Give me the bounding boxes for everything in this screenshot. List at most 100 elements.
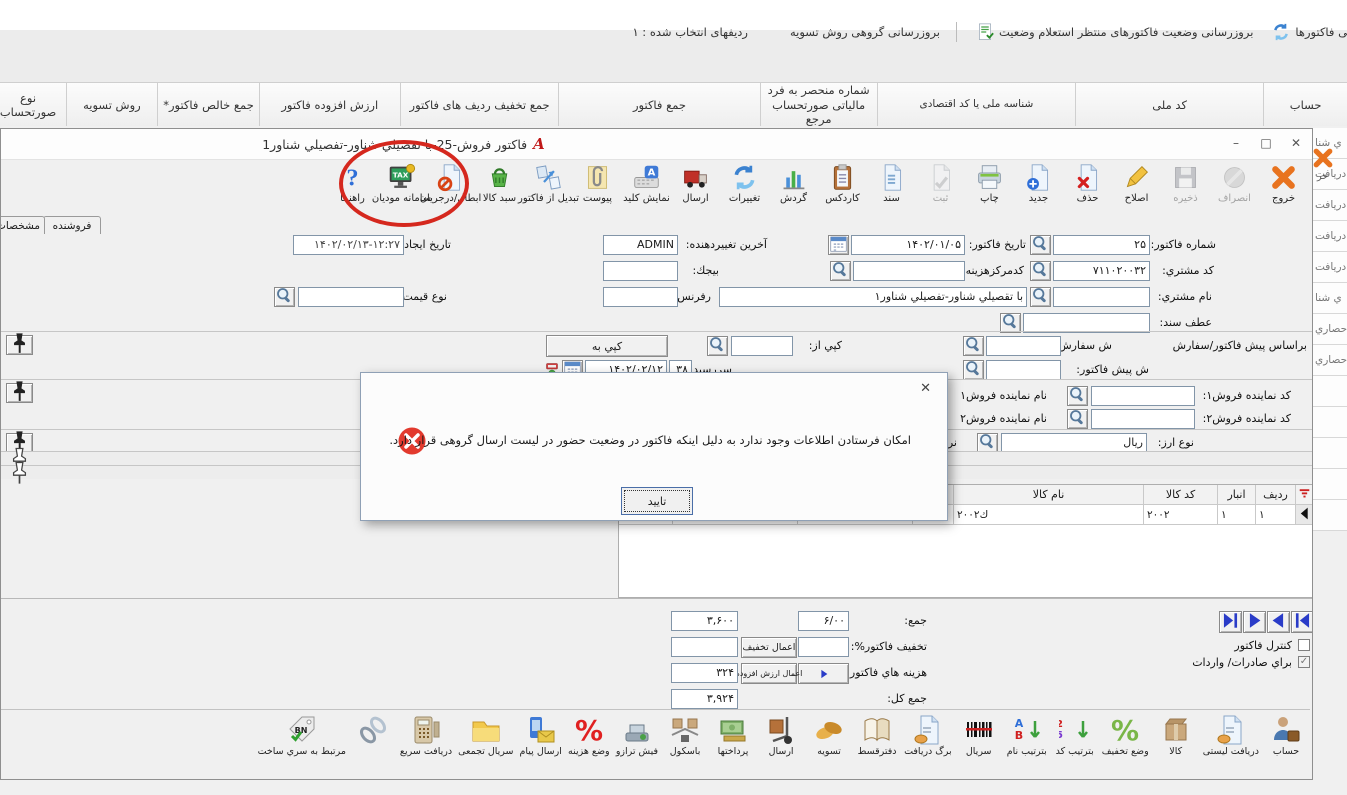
cost-center-search-button[interactable] [830, 261, 851, 281]
agent1-code-search-button[interactable] [1067, 386, 1088, 406]
customer-name-search-button[interactable] [1030, 287, 1051, 307]
column-9[interactable]: نوع صورتحساب [0, 82, 66, 128]
column-5[interactable]: جمع تخفیف ردیف های فاکتور [400, 82, 559, 128]
grid-header-radif[interactable]: رديف [1255, 485, 1295, 505]
invoice-date-calendar-button[interactable] [828, 235, 849, 255]
bottom-item-payments[interactable]: پرداختها [709, 714, 757, 780]
action-group-send[interactable]: ارسال گروهی فاکتورها [1271, 22, 1347, 42]
side-row-9[interactable] [1313, 407, 1347, 438]
toolbar-item-send[interactable]: ارسال [671, 160, 720, 216]
bottom-item-installment-book[interactable]: دفترقسط [853, 714, 901, 780]
toolbar-item-delete[interactable]: حذف [1063, 160, 1112, 216]
toolbar-item-changes[interactable]: تغييرات [720, 160, 769, 216]
bottom-item-account[interactable]: حساب [1262, 714, 1310, 780]
bottom-item-dispatch[interactable]: ارسال [757, 714, 805, 780]
grid-header-name[interactable]: نام کالا [953, 485, 1143, 505]
tab-specs[interactable]: مشخصات [0, 216, 45, 234]
bottom-item-scale-slip[interactable]: فیش ترازو [613, 714, 661, 780]
customer-code-input[interactable]: ۷۱۱۰۲۰۰۳۲ [1053, 261, 1150, 281]
copy-from-search-button[interactable] [707, 336, 728, 356]
column-3[interactable]: شماره منحصر به فرد مالیاتی صورتحساب مرجع [760, 82, 877, 128]
apply-vat-button[interactable]: اعمال ارزش افزوده [741, 663, 797, 684]
price-type-search-button[interactable] [274, 287, 295, 307]
bottom-item-goods[interactable]: کالا [1152, 714, 1200, 780]
column-2[interactable]: شناسه ملی یا کد اقتصادی [877, 82, 1075, 128]
bottom-item-quick-receive[interactable]: دریافت سریع [397, 714, 455, 780]
agent1-code-input[interactable] [1091, 386, 1195, 406]
toolbar-item-exit[interactable]: خروج [1259, 160, 1308, 216]
side-row-12[interactable] [1313, 500, 1347, 531]
pin-section-base-button[interactable] [6, 335, 33, 355]
toolbar-item-turnover[interactable]: گردش [769, 160, 818, 216]
invoice-costs-button[interactable] [798, 663, 849, 684]
copy-from-input[interactable] [731, 336, 793, 356]
bottom-item-receipt-sheet[interactable]: برگ دریافت [901, 714, 955, 780]
cell-anbar[interactable]: ۱ [1217, 505, 1255, 525]
column-0[interactable]: حساب [1263, 82, 1347, 128]
action-group-settle-method[interactable]: بروزرسانی گروهی روش تسویه [766, 22, 957, 42]
customer-code-search-button[interactable] [1030, 261, 1051, 281]
side-row-4[interactable]: دریافت [1313, 252, 1347, 283]
bottom-item-sort-by-code[interactable]: 3245 بترتیب کد [1051, 714, 1099, 780]
order-no-search-button[interactable] [963, 336, 984, 356]
bottom-item-send-message[interactable]: ارسال پیام [517, 714, 565, 780]
bottom-item-discount-set[interactable]: % وضع تخفیف [1099, 714, 1152, 780]
side-row-10[interactable] [1313, 438, 1347, 469]
bottom-item-expense-set[interactable]: % وضع هزینه [565, 714, 613, 780]
toolbar-item-new[interactable]: جديد [1014, 160, 1063, 216]
error-ok-button[interactable]: تایید [621, 487, 693, 515]
side-row-7[interactable]: حصاري [1313, 345, 1347, 376]
cell-radif[interactable]: ۱ [1255, 505, 1295, 525]
column-4[interactable]: جمع فاکتور [558, 82, 759, 128]
side-row-3[interactable]: دریافت [1313, 221, 1347, 252]
filter-icon[interactable] [1295, 485, 1313, 505]
bottom-item-list-receive[interactable]: دریافت لیستی [1200, 714, 1262, 780]
toolbar-item-post[interactable]: ثبت [916, 160, 965, 216]
proforma-no-input[interactable] [986, 360, 1061, 380]
toolbar-item-kardex[interactable]: کاردکس [818, 160, 867, 216]
customer-detail-input[interactable] [1053, 287, 1150, 307]
column-6[interactable]: ارزش افزوده فاکتور [259, 82, 400, 128]
background-exit-icon[interactable] [1311, 146, 1335, 170]
side-row-11[interactable] [1313, 469, 1347, 500]
grid-header-anbar[interactable]: انبار [1217, 485, 1255, 505]
bottom-item-serial[interactable]: سریال [955, 714, 1003, 780]
toolbar-item-cancel[interactable]: انصراف [1210, 160, 1259, 216]
invoice-discount-input[interactable] [798, 637, 849, 657]
tab-seller[interactable]: فروشنده [43, 216, 101, 234]
nav-first-button[interactable] [1291, 611, 1313, 633]
side-row-2[interactable]: دریافت [1313, 190, 1347, 221]
invoice-no-input[interactable]: ۲۵ [1053, 235, 1150, 255]
error-close-icon[interactable]: ✕ [920, 381, 931, 396]
control-invoice-checkbox[interactable] [1298, 639, 1310, 651]
nav-prev-button[interactable] [1267, 611, 1290, 633]
action-selected-rows[interactable]: ردیفهای انتخاب شده : ۱ [608, 22, 748, 42]
customer-name-input[interactable]: با تقصيلي شناور-تفصيلي شناور۱ [719, 287, 1027, 307]
toolbar-item-goods-basket[interactable]: سبد کالا [475, 160, 524, 216]
apply-discount-button[interactable]: اعمال تخفيف [741, 637, 797, 658]
column-1[interactable]: کد ملی [1075, 82, 1263, 128]
maximize-button[interactable]: □ [1253, 134, 1279, 153]
bottom-item-batch-series[interactable]: BN مرتبط به سري ساخت [255, 714, 349, 780]
minimize-button[interactable]: – [1223, 134, 1249, 153]
agent2-code-search-button[interactable] [1067, 409, 1088, 429]
toolbar-item-show-keys[interactable]: A نمايش کليد [622, 160, 671, 216]
cost-center-input[interactable] [853, 261, 965, 281]
proforma-no-search-button[interactable] [963, 360, 984, 380]
nav-last-button[interactable] [1219, 611, 1242, 633]
pin-collapsed-2[interactable] [6, 465, 33, 485]
toolbar-item-save[interactable]: ذخيره [1161, 160, 1210, 216]
toolbar-item-convert-from-invoice[interactable]: تبديل از فاکتور [524, 160, 573, 216]
column-7[interactable]: جمع خالص فاکتور* [157, 82, 259, 128]
bottom-item-settlement[interactable]: تسویه [805, 714, 853, 780]
toolbar-item-edit[interactable]: اصلاح [1112, 160, 1161, 216]
order-no-input[interactable] [986, 336, 1061, 356]
currency-search-button[interactable] [977, 433, 998, 453]
titlebar[interactable]: فاکتور فروش-25-با تقصیلي شناور-تفصیلي شن… [1, 129, 1312, 160]
doc-ref-search-button[interactable] [1000, 313, 1021, 333]
toolbar-item-attachment[interactable]: پيوست [573, 160, 622, 216]
column-8[interactable]: روش تسویه [66, 82, 158, 128]
copy-to-button[interactable]: کپي به [546, 335, 668, 357]
bijak-input[interactable] [603, 261, 678, 281]
action-update-pending-status[interactable]: بروزرسانی وضعیت فاکتورهای منتظر استعلام … [975, 22, 1253, 42]
